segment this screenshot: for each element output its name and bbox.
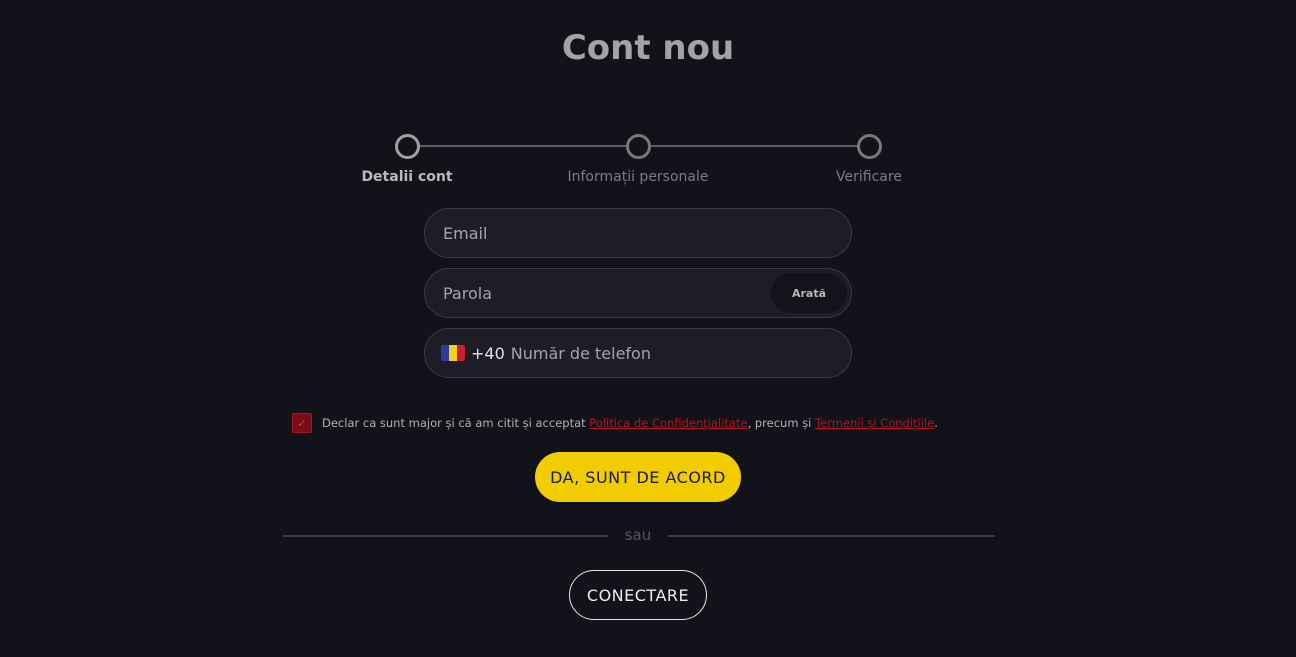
consent-text-before: Declar ca sunt major și că am citit și a… [322,416,590,430]
phone-field[interactable]: +40 [424,328,852,378]
consent-text-middle: , precum și [747,416,816,430]
step-2-circle [626,134,651,159]
page-title: Cont nou [561,28,735,68]
consent-checkbox[interactable]: ✓ [292,413,312,433]
consent-text: Declar ca sunt major și că am citit și a… [322,416,938,430]
romania-flag-icon[interactable] [441,345,465,361]
check-icon: ✓ [297,416,307,430]
step-3-label: Verificare [836,169,902,185]
email-field[interactable] [424,208,852,258]
show-password-button[interactable]: Arată [771,273,847,313]
phone-input[interactable] [510,343,851,363]
email-input[interactable] [443,223,851,243]
step-3-circle [857,134,882,159]
divider-text: sau [624,526,652,544]
consent-text-after: . [934,416,938,430]
signup-page: Cont nou Detalii cont Informații persona… [0,0,1296,657]
password-field[interactable]: Arată [424,268,852,318]
consent-row: ✓ Declar ca sunt major și că am citit și… [292,413,938,433]
step-1-label: Detalii cont [361,169,453,185]
dial-code[interactable]: +40 [471,344,505,363]
terms-link[interactable]: Termenii și Condițiile [815,416,934,430]
agree-button[interactable]: DA, SUNT DE ACORD [535,452,741,502]
step-2-label: Informații personale [567,169,709,185]
privacy-policy-link[interactable]: Politica de Confidențialitate [589,416,747,430]
divider-left [283,535,608,537]
login-button[interactable]: CONECTARE [569,570,707,620]
step-1-circle [395,134,420,159]
divider-right [668,535,995,537]
